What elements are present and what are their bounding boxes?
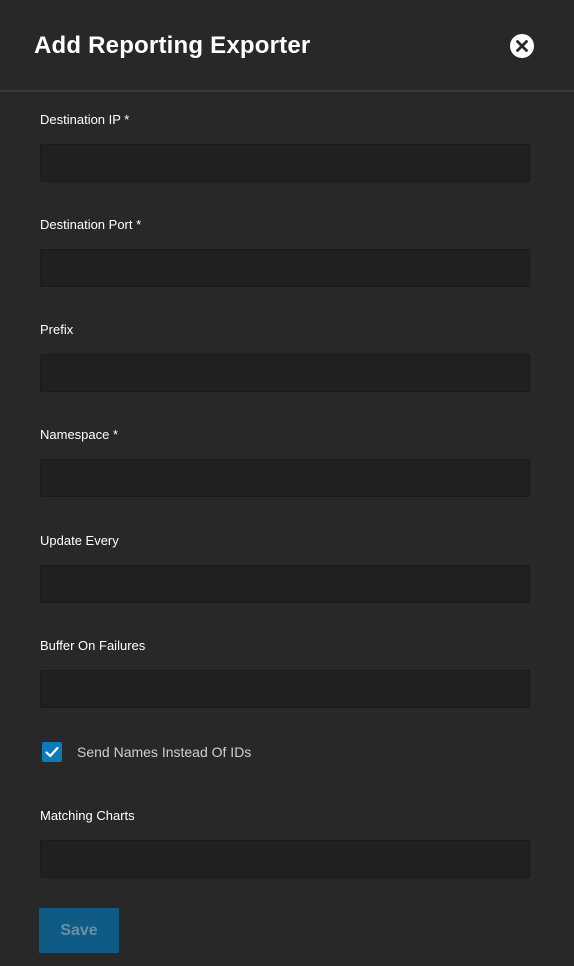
matching-charts-input[interactable] <box>40 840 530 878</box>
save-button[interactable]: Save <box>39 908 119 953</box>
add-reporting-exporter-dialog: Add Reporting Exporter Destination IP * … <box>0 0 574 966</box>
prefix-label: Prefix <box>40 322 74 337</box>
prefix-input[interactable] <box>40 354 530 392</box>
send-names-label[interactable]: Send Names Instead Of IDs <box>77 744 251 760</box>
destination-port-input[interactable] <box>40 249 530 287</box>
destination-port-field: Destination Port * <box>40 216 530 287</box>
dialog-header: Add Reporting Exporter <box>0 0 574 92</box>
namespace-input[interactable] <box>40 459 530 497</box>
prefix-field: Prefix <box>40 321 530 392</box>
update-every-input[interactable] <box>40 565 530 603</box>
buffer-on-failures-field: Buffer On Failures <box>40 637 530 708</box>
close-circle-icon <box>516 40 528 52</box>
buffer-on-failures-label: Buffer On Failures <box>40 638 146 653</box>
destination-ip-input[interactable] <box>40 144 530 182</box>
checkmark-icon <box>45 746 59 758</box>
dialog-title: Add Reporting Exporter <box>34 32 311 59</box>
matching-charts-field: Matching Charts <box>40 807 530 878</box>
send-names-checkbox[interactable] <box>42 742 62 762</box>
destination-port-label: Destination Port * <box>40 217 142 232</box>
send-names-row: Send Names Instead Of IDs <box>42 741 251 763</box>
destination-ip-field: Destination IP * <box>40 111 530 182</box>
namespace-label: Namespace * <box>40 427 119 442</box>
destination-ip-label: Destination IP * <box>40 112 130 127</box>
namespace-field: Namespace * <box>40 426 530 497</box>
update-every-field: Update Every <box>40 532 530 603</box>
matching-charts-label: Matching Charts <box>40 808 135 823</box>
update-every-label: Update Every <box>40 533 119 548</box>
buffer-on-failures-input[interactable] <box>40 670 530 708</box>
close-button[interactable] <box>510 34 534 58</box>
